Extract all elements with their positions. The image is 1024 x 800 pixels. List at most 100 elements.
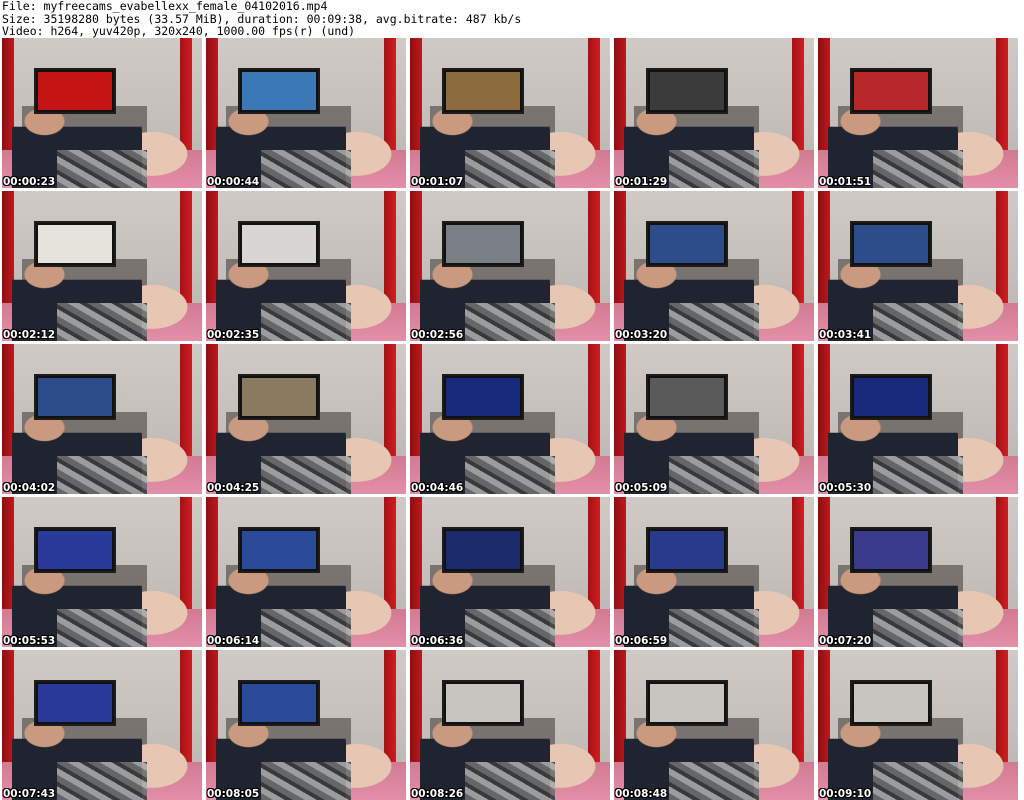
timestamp-label: 00:03:20 [615, 329, 668, 341]
tv-screen [850, 527, 932, 573]
timestamp-label: 00:04:25 [207, 482, 260, 494]
video-frame-thumbnail: 00:08:26 [410, 650, 610, 800]
tv-screen [442, 374, 524, 420]
timestamp-label: 00:01:07 [411, 176, 464, 188]
patterned-pants [669, 609, 759, 647]
tv-screen [238, 221, 320, 267]
tv-screen [238, 68, 320, 114]
timestamp-label: 00:02:56 [411, 329, 464, 341]
video-frame-thumbnail: 00:01:29 [614, 38, 814, 188]
tv-screen [646, 221, 728, 267]
timestamp-label: 00:04:46 [411, 482, 464, 494]
tv-screen-content [650, 684, 724, 722]
video-frame-thumbnail: 00:03:41 [818, 191, 1018, 341]
video-frame-thumbnail: 00:01:51 [818, 38, 1018, 188]
tv-screen-content [650, 225, 724, 263]
tv-screen-content [242, 684, 316, 722]
video-frame-thumbnail: 00:02:35 [206, 191, 406, 341]
tv-screen-content [38, 225, 112, 263]
file-info-header: File: myfreecams_evabellexx_female_04102… [2, 0, 521, 38]
tv-screen [34, 68, 116, 114]
video-frame-thumbnail: 00:06:59 [614, 497, 814, 647]
patterned-pants [261, 609, 351, 647]
video-frame-thumbnail: 00:00:44 [206, 38, 406, 188]
patterned-pants [669, 303, 759, 341]
timestamp-label: 00:01:29 [615, 176, 668, 188]
timestamp-label: 00:06:59 [615, 635, 668, 647]
video-frame-thumbnail: 00:08:48 [614, 650, 814, 800]
video-frame-thumbnail: 00:07:43 [2, 650, 202, 800]
patterned-pants [57, 762, 147, 800]
patterned-pants [873, 303, 963, 341]
tv-screen [238, 374, 320, 420]
tv-screen [850, 68, 932, 114]
patterned-pants [873, 456, 963, 494]
tv-screen-content [854, 72, 928, 110]
timestamp-label: 00:02:12 [3, 329, 56, 341]
tv-screen [442, 527, 524, 573]
tv-screen [850, 374, 932, 420]
tv-screen [850, 680, 932, 726]
video-frame-thumbnail: 00:09:10 [818, 650, 1018, 800]
timestamp-label: 00:00:23 [3, 176, 56, 188]
patterned-pants [261, 303, 351, 341]
patterned-pants [261, 762, 351, 800]
video-frame-thumbnail: 00:05:09 [614, 344, 814, 494]
video-frame-thumbnail: 00:00:23 [2, 38, 202, 188]
patterned-pants [57, 303, 147, 341]
patterned-pants [261, 150, 351, 188]
tv-screen-content [854, 225, 928, 263]
tv-screen-content [242, 531, 316, 569]
patterned-pants [873, 609, 963, 647]
tv-screen [646, 68, 728, 114]
patterned-pants [57, 609, 147, 647]
tv-screen-content [446, 684, 520, 722]
timestamp-label: 00:08:48 [615, 788, 668, 800]
video-frame-thumbnail: 00:03:20 [614, 191, 814, 341]
patterned-pants [57, 150, 147, 188]
tv-screen-content [446, 531, 520, 569]
tv-screen [646, 374, 728, 420]
patterned-pants [669, 456, 759, 494]
timestamp-label: 00:05:09 [615, 482, 668, 494]
video-frame-thumbnail: 00:06:14 [206, 497, 406, 647]
patterned-pants [669, 150, 759, 188]
tv-screen-content [650, 72, 724, 110]
tv-screen-content [854, 684, 928, 722]
tv-screen-content [38, 531, 112, 569]
video-frame-thumbnail: 00:01:07 [410, 38, 610, 188]
tv-screen-content [38, 378, 112, 416]
tv-screen-content [446, 72, 520, 110]
video-frame-thumbnail: 00:04:46 [410, 344, 610, 494]
tv-screen [34, 680, 116, 726]
timestamp-label: 00:05:53 [3, 635, 56, 647]
timestamp-label: 00:06:36 [411, 635, 464, 647]
tv-screen [238, 527, 320, 573]
patterned-pants [465, 303, 555, 341]
tv-screen [442, 680, 524, 726]
tv-screen-content [242, 72, 316, 110]
video-frame-thumbnail: 00:06:36 [410, 497, 610, 647]
video-frame-thumbnail: 00:04:02 [2, 344, 202, 494]
tv-screen-content [446, 378, 520, 416]
tv-screen-content [242, 225, 316, 263]
tv-screen [238, 680, 320, 726]
tv-screen-content [650, 531, 724, 569]
video-frame-thumbnail: 00:05:53 [2, 497, 202, 647]
tv-screen-content [854, 378, 928, 416]
tv-screen [646, 680, 728, 726]
tv-screen [34, 527, 116, 573]
video-frame-thumbnail: 00:05:30 [818, 344, 1018, 494]
file-name-line: File: myfreecams_evabellexx_female_04102… [2, 0, 328, 13]
video-frame-thumbnail: 00:08:05 [206, 650, 406, 800]
tv-screen-content [650, 378, 724, 416]
tv-screen [442, 221, 524, 267]
patterned-pants [873, 150, 963, 188]
tv-screen-content [854, 531, 928, 569]
patterned-pants [669, 762, 759, 800]
video-frame-thumbnail: 00:02:56 [410, 191, 610, 341]
video-frame-thumbnail: 00:04:25 [206, 344, 406, 494]
tv-screen [850, 221, 932, 267]
tv-screen-content [242, 378, 316, 416]
patterned-pants [465, 150, 555, 188]
